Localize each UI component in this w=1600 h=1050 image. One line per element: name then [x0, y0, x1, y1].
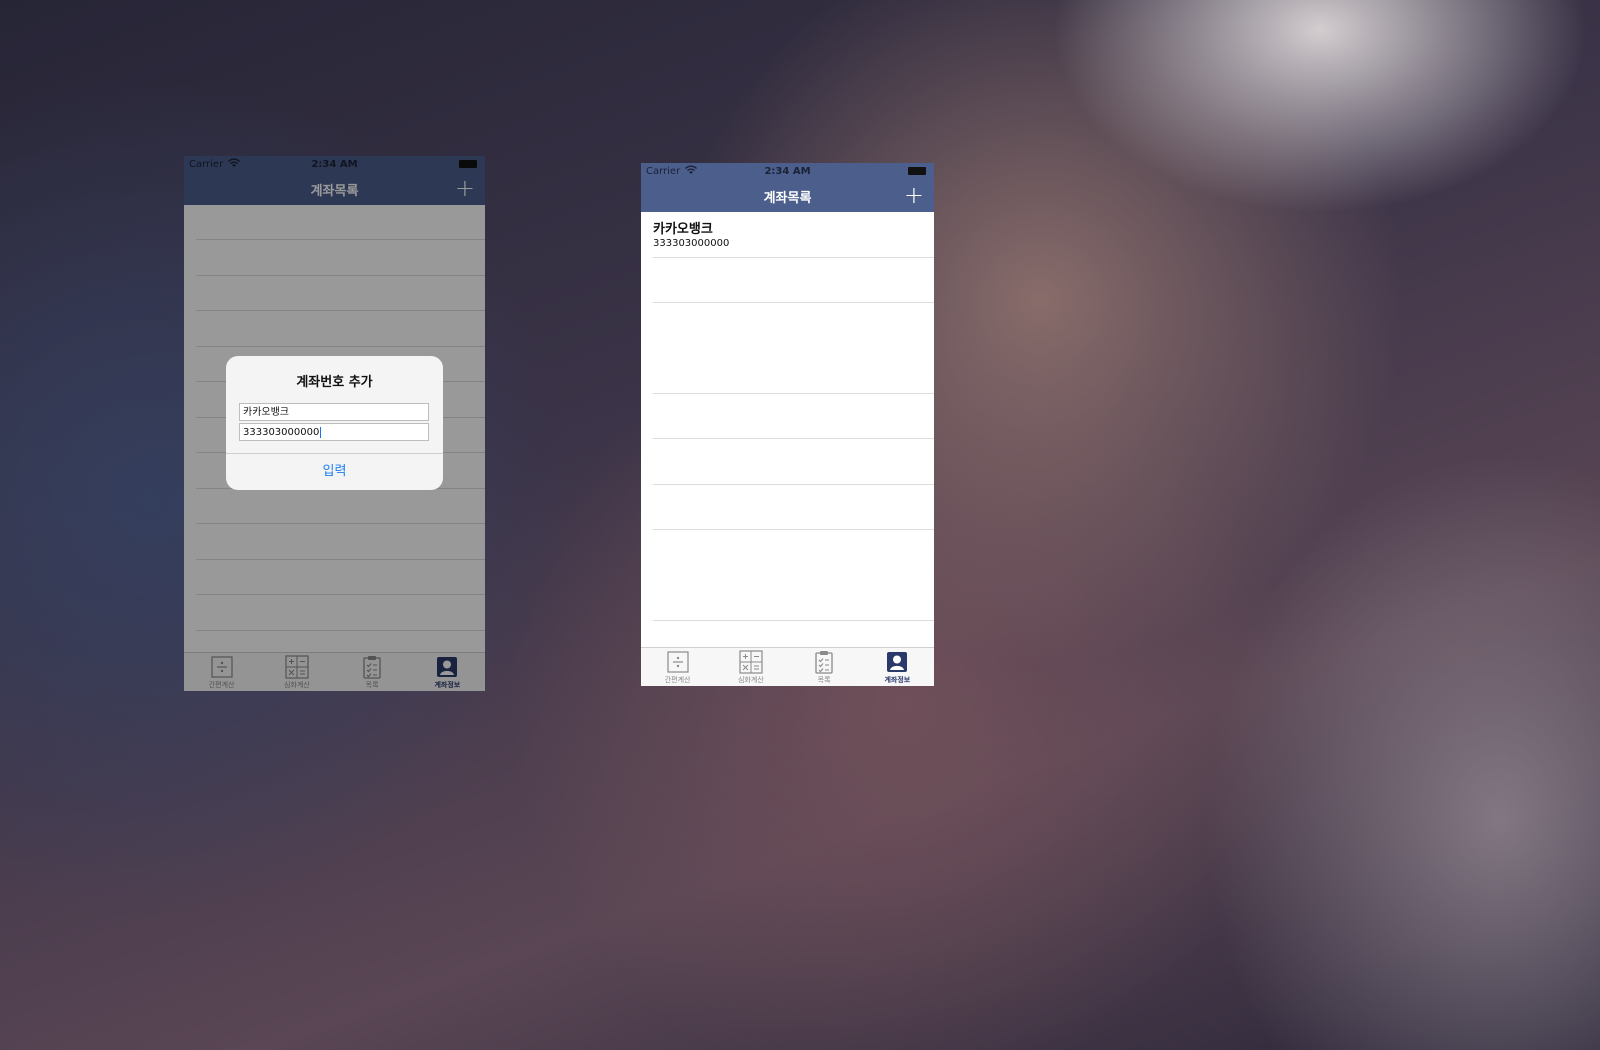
submit-button[interactable]: 입력: [226, 454, 443, 490]
list-separator: [653, 393, 934, 394]
tab-list[interactable]: 목록: [788, 648, 861, 686]
tab-label: 심화계산: [737, 676, 764, 684]
list-item[interactable]: 카카오뱅크 333303000000: [641, 212, 934, 258]
tab-advanced-calc[interactable]: 심화계산: [714, 648, 787, 686]
tab-label: 계좌정보: [884, 676, 911, 684]
list-separator: [653, 257, 934, 258]
list-separator: [653, 438, 934, 439]
list-separator: [653, 302, 934, 303]
tab-label: 목록: [817, 676, 831, 684]
bank-name-input[interactable]: 카카오뱅크: [239, 403, 429, 421]
tab-account-info[interactable]: 계좌정보: [861, 648, 934, 686]
add-account-alert: 계좌번호 추가 카카오뱅크 333303000000 입력: [226, 356, 443, 490]
account-number: 333303000000: [653, 238, 730, 249]
account-list: 카카오뱅크 333303000000: [641, 212, 934, 648]
tab-bar: 간편계산 심화계산 목록 계좌정보: [641, 647, 934, 686]
tab-simple-calc[interactable]: 간편계산: [641, 648, 714, 686]
phone-screen-account-list: Carrier 2:34 AM 계좌목록 + 카카오뱅크 33330300000…: [641, 163, 934, 686]
tab-label: 간편계산: [664, 676, 691, 684]
account-number-input[interactable]: 333303000000: [239, 423, 429, 441]
status-bar: Carrier 2:34 AM: [641, 163, 934, 180]
person-icon: [887, 652, 908, 672]
status-time: 2:34 AM: [764, 166, 811, 177]
page-title: 계좌목록: [763, 191, 812, 206]
list-separator: [653, 484, 934, 485]
divide-icon: [667, 651, 689, 673]
alert-title: 계좌번호 추가: [296, 375, 373, 390]
calculator-icon: [739, 650, 763, 674]
account-bank-name: 카카오뱅크: [653, 222, 713, 237]
clipboard-checklist-icon: [815, 651, 833, 674]
text-cursor: [320, 426, 322, 438]
navigation-bar: 계좌목록 +: [641, 180, 934, 212]
account-number-value: 333303000000: [243, 427, 320, 438]
list-separator: [653, 620, 934, 621]
battery-icon: [908, 167, 926, 175]
bank-name-value: 카카오뱅크: [243, 407, 289, 418]
plus-icon[interactable]: +: [904, 181, 924, 209]
phone-screen-add-account-dialog: Carrier 2:34 AM 계좌목록 + 간편계산 심화계산 목록 계좌정보…: [184, 156, 485, 691]
list-separator: [653, 529, 934, 530]
